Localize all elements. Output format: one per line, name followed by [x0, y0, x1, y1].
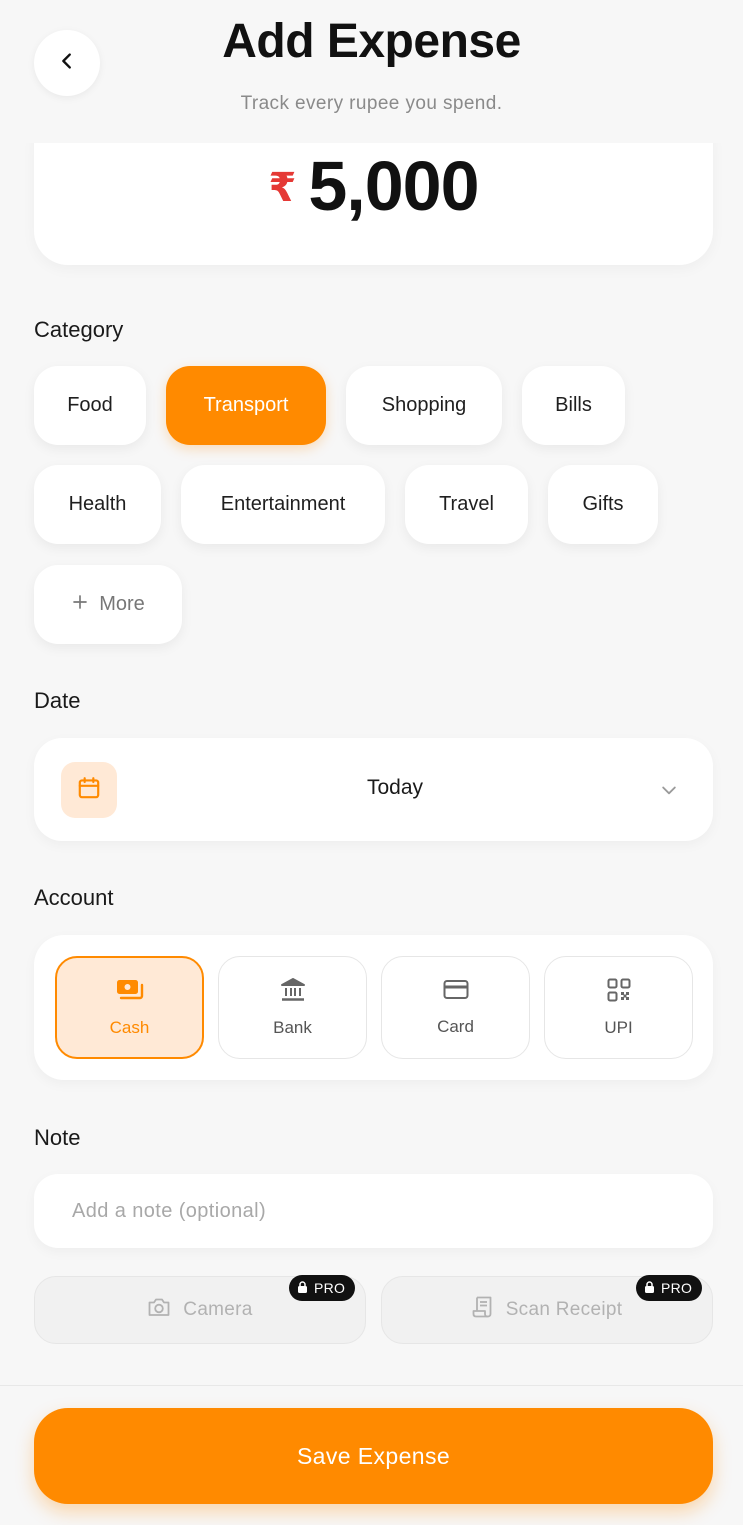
cash-icon — [115, 977, 145, 1008]
plus-icon — [71, 593, 89, 617]
bank-icon — [279, 977, 307, 1008]
amount-display: ₹ 5,000 — [34, 146, 713, 226]
more-label: More — [99, 593, 145, 615]
account-option-cash[interactable]: Cash — [55, 956, 204, 1059]
chevron-down-icon — [659, 780, 679, 805]
pro-badge: PRO — [289, 1275, 356, 1301]
account-option-label: Cash — [109, 1018, 150, 1037]
camera-label: Camera — [183, 1299, 253, 1320]
date-selector[interactable]: Today — [34, 738, 713, 841]
category-more-button[interactable]: More — [34, 565, 182, 644]
account-option-label: UPI — [604, 1018, 633, 1037]
camera-icon — [147, 1296, 171, 1324]
footer: Save Expense — [0, 1385, 743, 1525]
account-label: Account — [34, 885, 114, 910]
add-expense-screen: ₹ 5,000 Add Expense Track every rupee yo… — [0, 0, 743, 1525]
category-chip-health[interactable]: Health — [34, 465, 161, 544]
category-chip-shopping[interactable]: Shopping — [346, 366, 502, 445]
account-option-card[interactable]: Card — [381, 956, 530, 1059]
date-label: Date — [34, 688, 81, 713]
chip-label: Entertainment — [220, 493, 346, 515]
date-value: Today — [366, 776, 424, 799]
lock-icon — [644, 1280, 655, 1296]
qr-code-icon — [606, 977, 632, 1008]
pro-badge-label: PRO — [661, 1280, 693, 1296]
account-selector: Cash Bank Card UPI — [34, 935, 713, 1080]
chip-label: Gifts — [582, 493, 624, 515]
receipt-icon — [472, 1295, 494, 1325]
credit-card-icon — [442, 978, 470, 1007]
page-subtitle: Track every rupee you spend. — [240, 93, 503, 114]
pro-badge: PRO — [636, 1275, 703, 1301]
chip-label: Health — [68, 493, 127, 515]
chip-label: Bills — [555, 394, 592, 416]
chip-label: Food — [67, 394, 113, 416]
category-chip-gifts[interactable]: Gifts — [548, 465, 658, 544]
currency-symbol: ₹ — [268, 166, 297, 210]
page-title: Add Expense — [222, 15, 521, 68]
chip-label: Travel — [439, 493, 494, 515]
category-chip-travel[interactable]: Travel — [405, 465, 528, 544]
lock-icon — [297, 1280, 308, 1296]
category-chip-food[interactable]: Food — [34, 366, 146, 445]
pro-badge-label: PRO — [314, 1280, 346, 1296]
amount-value: 5,000 — [308, 147, 479, 225]
account-option-label: Card — [437, 1017, 474, 1036]
category-chip-bills[interactable]: Bills — [522, 366, 625, 445]
account-option-upi[interactable]: UPI — [544, 956, 693, 1059]
chip-label: Shopping — [381, 394, 467, 416]
header: Add Expense Track every rupee you spend. — [0, 0, 743, 143]
chip-label: Transport — [203, 394, 289, 416]
note-input[interactable] — [34, 1174, 713, 1248]
category-label: Category — [34, 317, 124, 342]
account-option-label: Bank — [273, 1018, 312, 1037]
category-chip-entertainment[interactable]: Entertainment — [181, 465, 385, 544]
note-label: Note — [34, 1125, 81, 1150]
category-chip-transport[interactable]: Transport — [166, 366, 326, 445]
scan-receipt-label: Scan Receipt — [505, 1299, 623, 1320]
scan-receipt-button[interactable]: Scan Receipt PRO — [381, 1275, 713, 1344]
save-expense-button[interactable]: Save Expense — [34, 1408, 713, 1504]
account-option-bank[interactable]: Bank — [218, 956, 367, 1059]
camera-button[interactable]: Camera PRO — [34, 1275, 366, 1344]
